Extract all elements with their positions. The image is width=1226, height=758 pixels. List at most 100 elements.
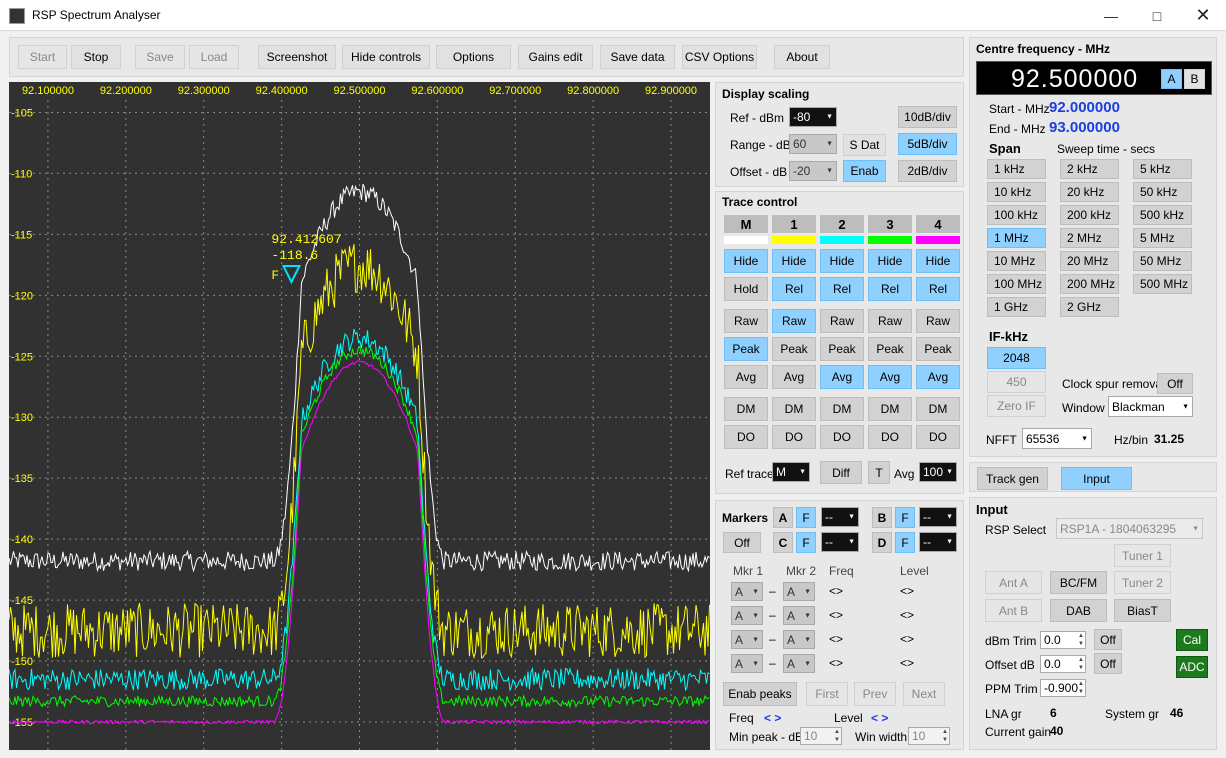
zero-if-button[interactable]: Zero IF (987, 395, 1046, 417)
offset-db-off-button[interactable]: Off (1094, 653, 1122, 674)
markers-off-button[interactable]: Off (723, 532, 761, 553)
marker-c-select[interactable]: -- ▼ (821, 532, 859, 552)
span-button[interactable]: 10 MHz (987, 251, 1046, 271)
marker-a-button[interactable]: A (773, 507, 793, 528)
span-button[interactable]: 1 MHz (987, 228, 1046, 248)
dbm-trim-input[interactable]: 0.0 ▲ ▼ (1040, 631, 1086, 649)
trace-dm-button[interactable]: DM (868, 397, 912, 421)
marker-d-button[interactable]: D (872, 532, 892, 553)
nfft-select[interactable]: 65536 ▼ (1022, 428, 1092, 449)
if-450-button[interactable]: 450 (987, 371, 1046, 393)
sdat-button[interactable]: S Dat (843, 134, 886, 156)
trace-dm-button[interactable]: DM (724, 397, 768, 421)
mkr2-select[interactable]: A ▼ (783, 582, 815, 601)
span-button[interactable]: 5 kHz (1133, 159, 1192, 179)
trace-rel-button[interactable]: Rel (820, 277, 864, 301)
freq-nav-arrows[interactable]: < > (764, 711, 781, 725)
trace-raw-button[interactable]: Raw (916, 309, 960, 333)
stop-button[interactable]: Stop (71, 45, 121, 69)
save-button[interactable]: Save (135, 45, 185, 69)
mkr1-select[interactable]: A ▼ (731, 654, 763, 673)
min-peak-input[interactable]: 10 ▲ ▼ (800, 727, 842, 745)
marker-b-f-button[interactable]: F (895, 507, 915, 528)
trace-do-button[interactable]: DO (820, 425, 864, 449)
t-button[interactable]: T (868, 461, 890, 484)
enab-peaks-button[interactable]: Enab peaks (723, 682, 797, 706)
trace-peak-button[interactable]: Peak (868, 337, 912, 361)
next-button[interactable]: Next (903, 682, 945, 706)
trace-hide-button[interactable]: Hide (868, 249, 912, 273)
clock-spur-button[interactable]: Off (1157, 373, 1193, 394)
first-button[interactable]: First (806, 682, 848, 706)
tuner2-button[interactable]: Tuner 2 (1114, 571, 1171, 594)
start-button[interactable]: Start (18, 45, 67, 69)
marker-a-f-button[interactable]: F (796, 507, 816, 528)
ref-trace-select[interactable]: M ▼ (772, 462, 810, 482)
trace-raw-button[interactable]: Raw (868, 309, 912, 333)
options-button[interactable]: Options (436, 45, 511, 69)
offset-select[interactable]: -20 ▼ (789, 161, 837, 181)
trace-do-button[interactable]: DO (916, 425, 960, 449)
tuner1-button[interactable]: Tuner 1 (1114, 544, 1171, 567)
ref-select[interactable]: -80 ▼ (789, 107, 837, 127)
gains-edit-button[interactable]: Gains edit (518, 45, 593, 69)
spectrum-svg[interactable]: 92.100000 92.200000 92.300000 92.400000 92.5… (8, 82, 710, 750)
span-button[interactable]: 200 kHz (1060, 205, 1119, 225)
trace-dm-button[interactable]: DM (916, 397, 960, 421)
trace-do-button[interactable]: DO (772, 425, 816, 449)
marker-d-select[interactable]: -- ▼ (919, 532, 957, 552)
marker-c-button[interactable]: C (773, 532, 793, 553)
mkr2-select[interactable]: A ▼ (783, 606, 815, 625)
trace-hide-button[interactable]: Hide (916, 249, 960, 273)
if-2048-button[interactable]: 2048 (987, 347, 1046, 369)
marker-d-f-button[interactable]: F (895, 532, 915, 553)
span-button[interactable]: 2 GHz (1060, 297, 1119, 317)
marker-a-select[interactable]: -- ▼ (821, 507, 859, 527)
mkr2-select[interactable]: A ▼ (783, 654, 815, 673)
trace-dm-button[interactable]: DM (820, 397, 864, 421)
span-button[interactable]: 100 MHz (987, 274, 1046, 294)
trace-raw-button[interactable]: Raw (820, 309, 864, 333)
10db-div-button[interactable]: 10dB/div (898, 106, 957, 128)
biast-button[interactable]: BiasT (1114, 599, 1171, 622)
ant-a-button[interactable]: Ant A (985, 571, 1042, 594)
span-button[interactable]: 50 kHz (1133, 182, 1192, 202)
maximize-icon[interactable]: □ (1134, 0, 1180, 31)
avg-select[interactable]: 100 ▼ (919, 462, 957, 482)
trace-peak-button[interactable]: Peak (724, 337, 768, 361)
marker-b-button[interactable]: B (872, 507, 892, 528)
offset-db-input[interactable]: 0.0 ▲ ▼ (1040, 655, 1086, 673)
spectrum-plot[interactable]: 92.100000 92.200000 92.300000 92.400000 92.5… (8, 82, 710, 750)
trace-hide-button[interactable]: Hide (724, 249, 768, 273)
dbm-trim-off-button[interactable]: Off (1094, 629, 1122, 650)
span-button[interactable]: 100 kHz (987, 205, 1046, 225)
trace-do-button[interactable]: DO (724, 425, 768, 449)
load-button[interactable]: Load (189, 45, 239, 69)
trace-hold-button[interactable]: Hold (724, 277, 768, 301)
dab-button[interactable]: DAB (1050, 599, 1107, 622)
mkr1-select[interactable]: A ▼ (731, 630, 763, 649)
trace-avg-button[interactable]: Avg (868, 365, 912, 389)
trace-raw-button[interactable]: Raw (772, 309, 816, 333)
enab-button[interactable]: Enab (843, 160, 886, 182)
span-button[interactable]: 500 MHz (1133, 274, 1192, 294)
cal-button[interactable]: Cal (1176, 629, 1208, 651)
span-button[interactable]: 2 kHz (1060, 159, 1119, 179)
span-button[interactable]: 10 kHz (987, 182, 1046, 202)
2db-div-button[interactable]: 2dB/div (898, 160, 957, 182)
bcfm-button[interactable]: BC/FM (1050, 571, 1107, 594)
about-button[interactable]: About (774, 45, 830, 69)
mkr2-select[interactable]: A ▼ (783, 630, 815, 649)
save-data-button[interactable]: Save data (600, 45, 675, 69)
trace-hide-button[interactable]: Hide (820, 249, 864, 273)
trace-peak-button[interactable]: Peak (772, 337, 816, 361)
diff-button[interactable]: Diff (820, 461, 862, 484)
csv-options-button[interactable]: CSV Options (682, 45, 757, 69)
span-button[interactable]: 50 MHz (1133, 251, 1192, 271)
tab-input[interactable]: Input (1061, 467, 1132, 490)
trace-rel-button[interactable]: Rel (772, 277, 816, 301)
centre-frequency-value[interactable]: 92.500000 (1011, 65, 1138, 94)
win-width-input[interactable]: 10 ▲ ▼ (908, 727, 950, 745)
trace-do-button[interactable]: DO (868, 425, 912, 449)
trace-avg-button[interactable]: Avg (724, 365, 768, 389)
